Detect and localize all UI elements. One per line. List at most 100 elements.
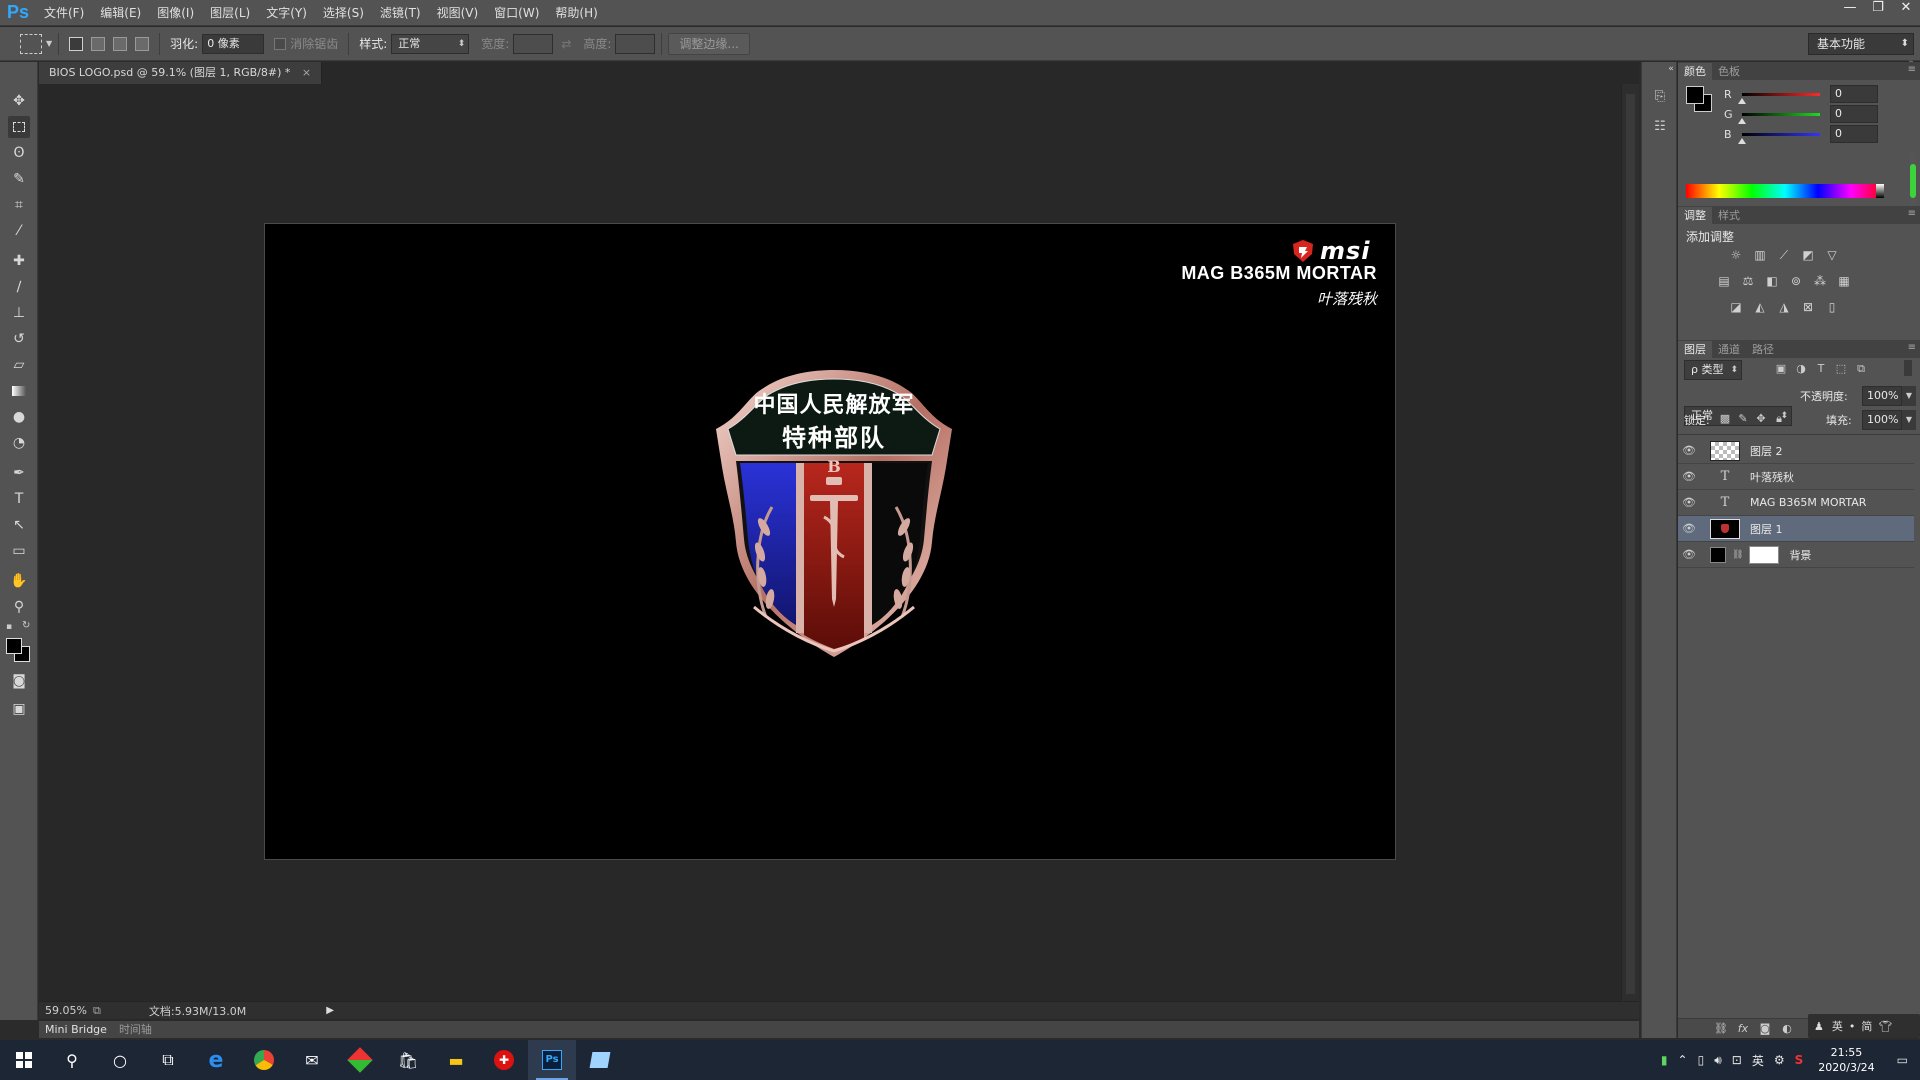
settings-gear-icon[interactable]: ⚙ xyxy=(1769,1053,1790,1067)
menu-edit[interactable]: 编辑(E) xyxy=(92,0,149,26)
mail-icon[interactable]: ✉ xyxy=(288,1040,336,1080)
clock[interactable]: 21:55 2020/3/24 xyxy=(1808,1045,1884,1075)
slider-thumb[interactable] xyxy=(1738,137,1746,144)
lock-transparency-icon[interactable]: ▩ xyxy=(1718,412,1732,426)
blue-slider[interactable] xyxy=(1738,132,1820,144)
intersect-selection-icon[interactable] xyxy=(135,36,150,51)
zoom-field[interactable]: 59.05% xyxy=(39,1004,89,1017)
tab-styles[interactable]: 样式 xyxy=(1712,207,1746,224)
volume-icon[interactable]: 🔊︎ xyxy=(1709,1053,1727,1068)
document-tab[interactable]: BIOS LOGO.psd @ 59.1% (图层 1, RGB/8#) * × xyxy=(39,62,323,84)
quick-select-tool-icon[interactable]: ✎ xyxy=(8,168,30,190)
lock-all-icon[interactable]: 🔒︎ xyxy=(1772,412,1786,426)
menu-window[interactable]: 窗口(W) xyxy=(486,0,547,26)
tab-timeline[interactable]: 时间轴 xyxy=(113,1021,158,1039)
red-slider[interactable] xyxy=(1738,92,1820,104)
tab-mini-bridge[interactable]: Mini Bridge xyxy=(39,1021,113,1039)
eye-icon[interactable]: 👁︎ xyxy=(1678,548,1700,561)
swap-colors-icon[interactable]: ↻ xyxy=(22,620,30,631)
path-select-tool-icon[interactable]: ↖ xyxy=(8,514,30,536)
filter-toggle[interactable] xyxy=(1904,360,1912,376)
lasso-tool-icon[interactable]: ʘ xyxy=(8,142,30,164)
edge-browser-icon[interactable]: e xyxy=(192,1040,240,1080)
eye-icon[interactable]: 👁︎ xyxy=(1678,444,1700,457)
quick-mask-icon[interactable]: ◙ xyxy=(8,670,30,692)
layer-row[interactable]: 👁︎ ⛓ 背景 xyxy=(1678,542,1914,568)
layer-row[interactable]: 👁︎ T 叶落残秋 xyxy=(1678,464,1914,490)
scrollbar-thumb[interactable] xyxy=(1910,164,1916,198)
tab-layers[interactable]: 图层 xyxy=(1678,341,1712,358)
filter-smart-icon[interactable]: ⧉ xyxy=(1854,362,1868,376)
channel-mixer-icon[interactable]: ⁂ xyxy=(1812,274,1828,288)
hue-saturation-icon[interactable]: ▤ xyxy=(1716,274,1732,288)
filter-pixel-icon[interactable]: ▣ xyxy=(1774,362,1788,376)
panel-menu-icon[interactable]: ≡ xyxy=(1908,342,1916,353)
store-icon[interactable]: 🛍︎ xyxy=(384,1040,432,1080)
menu-view[interactable]: 视图(V) xyxy=(429,0,487,26)
chevron-down-icon[interactable]: ▼ xyxy=(46,39,52,48)
foreground-color-swatch[interactable] xyxy=(6,638,22,654)
restore-button[interactable]: ❐ xyxy=(1864,0,1892,18)
menu-help[interactable]: 帮助(H) xyxy=(547,0,605,26)
layer-mask-thumbnail[interactable] xyxy=(1749,545,1780,564)
add-selection-icon[interactable] xyxy=(91,36,106,51)
hand-tool-icon[interactable]: ✋ xyxy=(8,570,30,592)
panel-menu-icon[interactable]: ≡ xyxy=(1908,208,1916,219)
blur-tool-icon[interactable]: ● xyxy=(8,406,30,428)
eye-icon[interactable]: 👁︎ xyxy=(1678,496,1700,509)
tab-channels[interactable]: 通道 xyxy=(1712,341,1746,358)
subtract-selection-icon[interactable] xyxy=(113,36,128,51)
eraser-tool-icon[interactable]: ▱ xyxy=(8,354,30,376)
pen-tool-icon[interactable]: ✒ xyxy=(8,462,30,484)
notifications-icon[interactable]: ▭ xyxy=(1885,1053,1920,1067)
slider-thumb[interactable] xyxy=(1738,97,1746,104)
eyedropper-tool-icon[interactable]: ⁄ xyxy=(8,220,30,242)
brightness-icon[interactable]: ☼ xyxy=(1728,248,1744,262)
export-icon[interactable]: ⧉ xyxy=(93,1004,101,1018)
red-value[interactable]: 0 xyxy=(1830,85,1878,103)
link-layers-icon[interactable]: ⛓ xyxy=(1714,1022,1728,1036)
color-balance-icon[interactable]: ⚖ xyxy=(1740,274,1756,288)
tab-swatches[interactable]: 色板 xyxy=(1712,63,1746,80)
selective-color-icon[interactable]: ⊠ xyxy=(1800,300,1816,314)
feather-input[interactable]: 0 像素 xyxy=(202,33,265,54)
black-white-icon[interactable]: ◧ xyxy=(1764,274,1780,288)
default-colors-icon[interactable]: ▪ xyxy=(6,622,12,632)
slider-thumb[interactable] xyxy=(1738,117,1746,124)
chevron-up-icon[interactable]: ⌃ xyxy=(1673,1053,1693,1067)
threshold-icon[interactable]: ◮ xyxy=(1776,300,1792,314)
zoom-tool-icon[interactable]: ⚲ xyxy=(8,596,30,618)
panel-scrollbar[interactable] xyxy=(1910,152,1916,208)
foreground-color-swatch[interactable] xyxy=(1686,86,1704,104)
screen-mode-icon[interactable]: ▣ xyxy=(8,698,30,720)
blue-value[interactable]: 0 xyxy=(1830,125,1878,143)
ime-indicator[interactable]: 英 xyxy=(1747,1052,1769,1069)
refine-edge-button[interactable]: 调整边缘... xyxy=(668,32,750,55)
filter-type-icon[interactable]: T xyxy=(1814,362,1828,376)
menu-type[interactable]: 文字(Y) xyxy=(258,0,315,26)
menu-select[interactable]: 选择(S) xyxy=(315,0,372,26)
layer-row[interactable]: 👁︎ T MAG B365M MORTAR xyxy=(1678,490,1914,516)
chevron-down-icon[interactable]: ▼ xyxy=(1902,410,1916,430)
menu-file[interactable]: 文件(F) xyxy=(36,0,92,26)
mask-icon[interactable]: ◙ xyxy=(1758,1022,1772,1036)
healing-brush-tool-icon[interactable]: ✚ xyxy=(8,250,30,272)
posterize-icon[interactable]: ◭ xyxy=(1752,300,1768,314)
type-tool-icon[interactable]: T xyxy=(8,488,30,510)
brush-tool-icon[interactable]: ∕ xyxy=(8,276,30,298)
menu-image[interactable]: 图像(I) xyxy=(149,0,202,26)
layer-filter-select[interactable]: ρ 类型 xyxy=(1684,360,1742,380)
vertical-scrollbar[interactable] xyxy=(1621,84,1639,1014)
paint-app-icon[interactable] xyxy=(336,1040,384,1080)
close-icon[interactable]: × xyxy=(302,66,311,79)
layer-row[interactable]: 👁︎ 图层 1 xyxy=(1678,516,1914,542)
play-icon[interactable]: ▶ xyxy=(326,1005,334,1016)
panel-menu-icon[interactable]: ≡ xyxy=(1908,64,1916,75)
menu-layer[interactable]: 图层(L) xyxy=(202,0,258,26)
style-select[interactable]: 正常 xyxy=(391,33,470,54)
invert-icon[interactable]: ◪ xyxy=(1728,300,1744,314)
network-icon[interactable]: ⊡ xyxy=(1727,1053,1747,1067)
new-selection-icon[interactable] xyxy=(69,36,84,51)
canvas[interactable]: msi MAG B365M MORTAR 叶落残秋 中国人民解放军 特种部队 B xyxy=(264,223,1396,860)
notes-app-icon[interactable] xyxy=(576,1040,624,1080)
